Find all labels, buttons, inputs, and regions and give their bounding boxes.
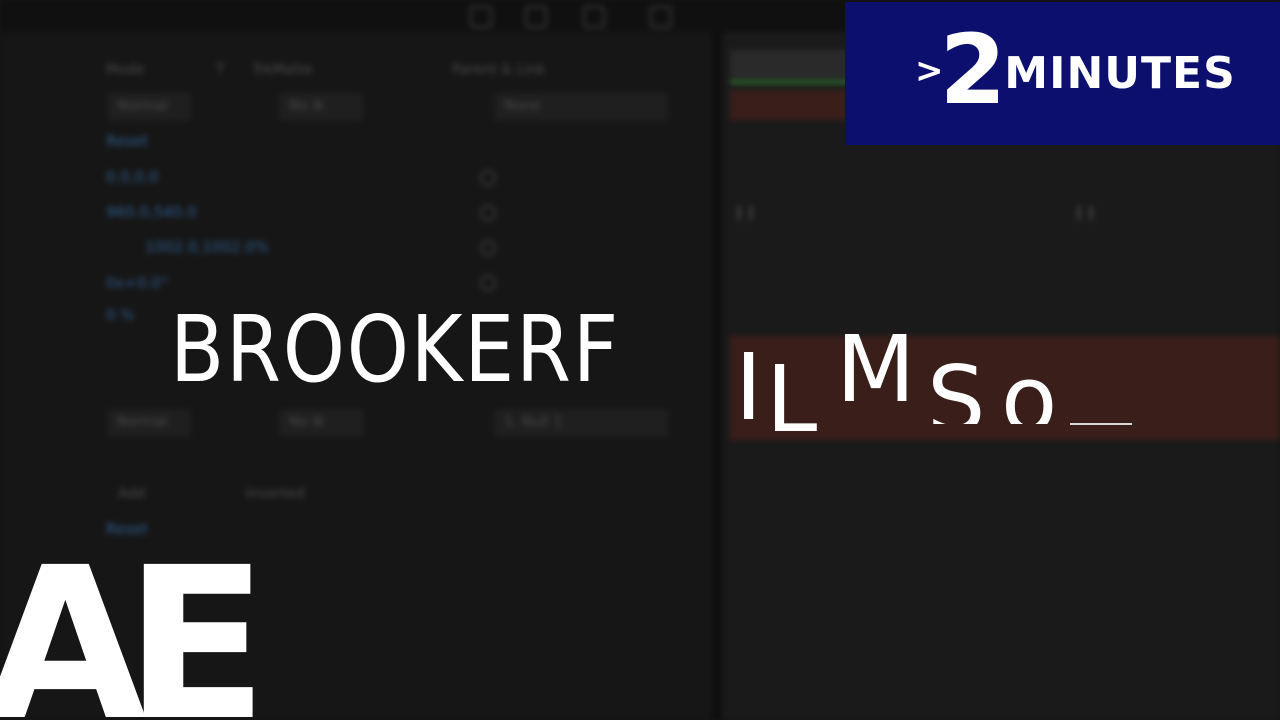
property-value[interactable]: 960.0,540.0 [106, 203, 197, 221]
keyframe-icon[interactable] [738, 206, 752, 220]
toolbar-icon [525, 6, 547, 28]
brand-static-text: BROOKERF [170, 296, 620, 403]
dropdown-value: No Ik [289, 414, 325, 430]
inverted-checkbox-label[interactable]: Inverted [246, 486, 305, 502]
column-header: Parent & Link [452, 62, 546, 78]
animated-letter: M [836, 316, 916, 423]
property-value[interactable]: 1002.0,1002.0% [145, 238, 269, 256]
text-cursor-line [1070, 423, 1132, 425]
animated-letter: I [735, 334, 763, 441]
badge-content: > 2 MINUTES [915, 22, 1236, 118]
column-header: T [216, 62, 225, 78]
toolbar-icon [650, 6, 672, 28]
toolbar-icon [583, 6, 605, 28]
dropdown-value: None [504, 98, 541, 114]
property-value[interactable]: 0x+0.0° [106, 274, 168, 292]
mode-dropdown[interactable]: Normal [108, 410, 190, 436]
animated-letter: L [766, 346, 818, 453]
trkmatte-dropdown[interactable]: No Ik [280, 94, 362, 120]
animated-letter: o [1001, 346, 1058, 425]
stopwatch-icon[interactable] [480, 275, 496, 291]
property-value[interactable]: 0 % [106, 306, 135, 324]
dropdown-value: Normal [117, 414, 168, 430]
column-header: TrkMatte [252, 62, 313, 78]
dropdown-value: No Ik [289, 98, 325, 114]
column-header: Mode [106, 62, 145, 78]
stopwatch-icon[interactable] [480, 205, 496, 221]
mode-dropdown[interactable]: Normal [108, 94, 190, 120]
add-button[interactable]: Add [118, 486, 145, 502]
parent-dropdown[interactable]: 1. Null 1 [495, 410, 667, 436]
dropdown-value: 1. Null 1 [504, 414, 563, 430]
clipped-letters: S o [925, 340, 1070, 425]
property-value[interactable]: Reset [106, 132, 148, 150]
dropdown-value: Normal [117, 98, 168, 114]
panel-divider [712, 0, 722, 720]
keyframe-icon[interactable] [1078, 206, 1092, 220]
badge-word: MINUTES [1004, 48, 1236, 99]
thumbnail-stage: Mode T TrkMatte Parent & Link Normal No … [0, 0, 1280, 720]
toolbar-icon [470, 6, 492, 28]
animated-letter: S [927, 346, 986, 425]
parent-dropdown[interactable]: None [495, 94, 667, 120]
stopwatch-icon[interactable] [480, 240, 496, 256]
badge-number: 2 [939, 14, 1007, 126]
ae-logo: AE [0, 522, 268, 720]
trkmatte-dropdown[interactable]: No Ik [280, 410, 362, 436]
property-value[interactable]: 0.0,0.0 [106, 168, 158, 186]
two-minutes-badge: > 2 MINUTES [845, 2, 1280, 145]
stopwatch-icon[interactable] [480, 170, 496, 186]
brand-title: BROOKERF [170, 300, 693, 400]
